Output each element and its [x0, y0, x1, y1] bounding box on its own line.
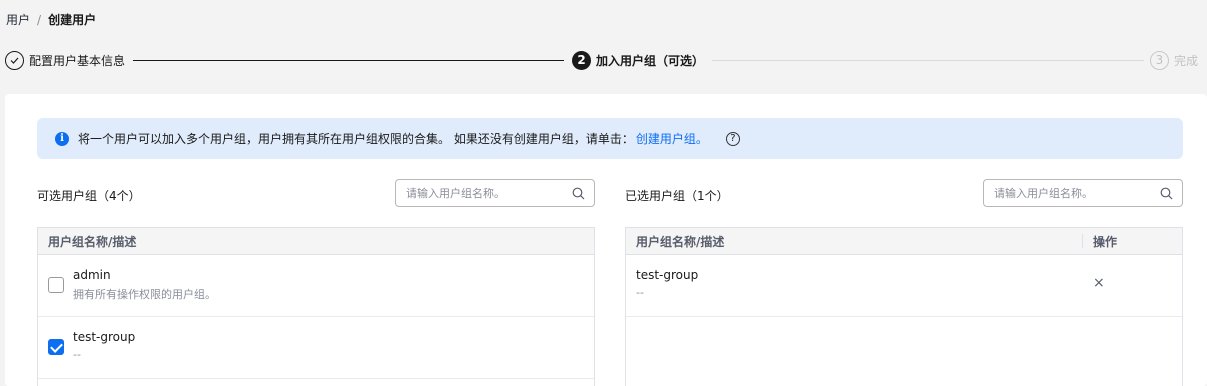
column-divider — [1082, 234, 1083, 248]
group-desc: -- — [73, 348, 81, 361]
search-icon[interactable] — [1156, 183, 1176, 203]
breadcrumb-users-link[interactable]: 用户 — [6, 11, 30, 28]
step-1-check-icon — [5, 50, 24, 70]
info-text: 将一个用户可以加入多个用户组，用户拥有其所在用户组权限的合集。 如果还没有创建用… — [78, 132, 634, 146]
available-groups-table: 用户组名称/描述 admin 拥有所有操作权限的用户组。 test-group … — [37, 227, 595, 386]
step-connector-2 — [712, 60, 1144, 61]
breadcrumb-current: 创建用户 — [48, 13, 97, 27]
selected-table-header: 用户组名称/描述 操作 — [626, 228, 1182, 255]
selected-search-input[interactable] — [984, 186, 1156, 200]
selected-groups-table: 用户组名称/描述 操作 test-group -- × — [625, 227, 1183, 386]
step-3-label: 完成 — [1174, 53, 1199, 68]
group-checkbox-admin[interactable] — [48, 277, 64, 293]
available-groups-title: 可选用户组（4个） — [37, 189, 141, 203]
group-name: test-group — [636, 268, 699, 282]
selected-groups-title: 已选用户组（1个） — [625, 189, 729, 203]
group-checkbox-test-group[interactable] — [48, 339, 64, 355]
step-3: 3 完成 — [1150, 50, 1198, 70]
selected-column-action: 操作 — [1093, 234, 1118, 249]
step-2: 2 加入用户组（可选） — [572, 50, 704, 70]
selected-search-box — [983, 179, 1183, 207]
step-2-number: 2 — [572, 50, 591, 70]
breadcrumb-separator: / — [37, 12, 42, 27]
group-desc: -- — [636, 286, 644, 299]
breadcrumb: 用户 / 创建用户 — [6, 11, 96, 28]
table-row: test-group -- × — [626, 255, 1182, 317]
step-3-number: 3 — [1150, 50, 1169, 70]
help-icon[interactable]: ? — [725, 131, 740, 146]
create-user-group-link[interactable]: 创建用户组。 — [636, 130, 708, 147]
step-1-label: 配置用户基本信息 — [29, 53, 126, 68]
group-name: admin — [73, 268, 111, 282]
step-1: 配置用户基本信息 — [5, 50, 125, 70]
step-2-label: 加入用户组（可选） — [596, 53, 705, 68]
group-desc: 拥有所有操作权限的用户组。 — [73, 288, 216, 301]
stepper: 配置用户基本信息 2 加入用户组（可选） 3 完成 — [5, 50, 1207, 70]
available-column-name: 用户组名称/描述 — [48, 234, 137, 249]
table-row: admin 拥有所有操作权限的用户组。 — [38, 255, 594, 317]
info-icon: i — [55, 131, 69, 146]
available-search-input[interactable] — [396, 186, 568, 200]
search-icon[interactable] — [568, 183, 588, 203]
available-table-header: 用户组名称/描述 — [38, 228, 594, 255]
remove-icon[interactable]: × — [1093, 275, 1105, 291]
group-name: test-group — [73, 330, 136, 344]
table-row: test-group -- — [38, 317, 594, 379]
selected-column-name: 用户组名称/描述 — [636, 234, 725, 249]
step-connector-1 — [133, 60, 564, 61]
main-card: i 将一个用户可以加入多个用户组，用户拥有其所在用户组权限的合集。 如果还没有创… — [5, 94, 1207, 386]
info-banner: i 将一个用户可以加入多个用户组，用户拥有其所在用户组权限的合集。 如果还没有创… — [37, 118, 1183, 159]
available-search-box — [395, 179, 595, 207]
